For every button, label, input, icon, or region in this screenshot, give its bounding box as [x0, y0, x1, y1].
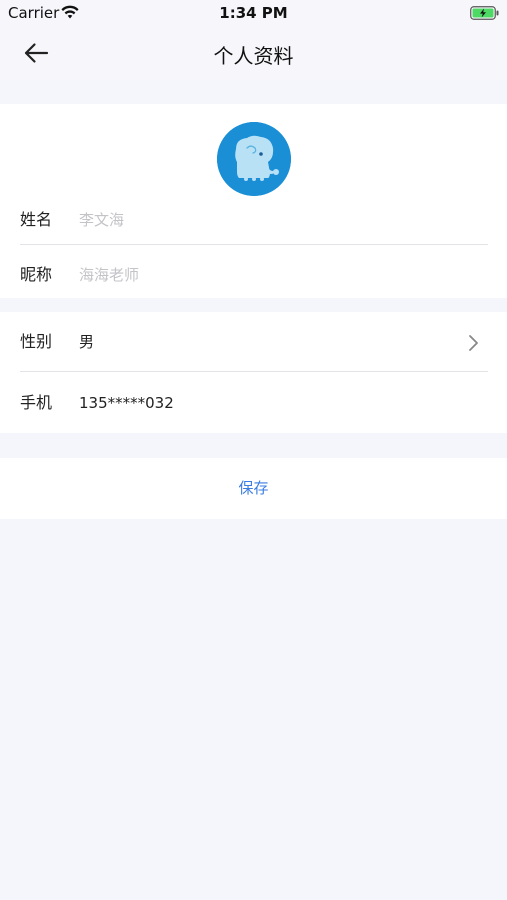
battery-charging-icon — [470, 6, 499, 20]
phone-value: 135*****032 — [79, 394, 174, 412]
page-title: 个人资料 — [213, 44, 294, 68]
name-row[interactable]: 姓名 李文海 — [0, 192, 507, 248]
avatar[interactable] — [217, 122, 291, 196]
gender-value: 男 — [79, 333, 95, 351]
nickname-label: 昵称 — [20, 265, 53, 284]
info-card: 性别 男 手机 135*****032 — [0, 312, 507, 433]
save-card: 保存 — [0, 458, 507, 519]
name-value[interactable]: 李文海 — [79, 192, 124, 248]
nickname-value[interactable]: 海海老师 — [79, 247, 139, 303]
phone-label: 手机 — [20, 393, 53, 412]
status-bar: Carrier 1:34 PM — [0, 0, 507, 28]
nav-bar: 个人资料 — [0, 28, 507, 80]
save-button[interactable]: 保存 — [0, 458, 507, 519]
nickname-row[interactable]: 昵称 海海老师 — [0, 247, 507, 303]
divider — [20, 244, 488, 245]
name-label: 姓名 — [20, 210, 53, 229]
divider — [20, 371, 488, 372]
profile-card: 姓名 李文海 昵称 海海老师 — [0, 104, 507, 298]
gender-label: 性别 — [20, 332, 53, 351]
chevron-right-icon — [469, 335, 478, 351]
phone-row: 手机 135*****032 — [0, 375, 507, 431]
elephant-avatar-icon — [217, 122, 291, 196]
gender-row[interactable]: 性别 男 — [0, 314, 507, 370]
status-time: 1:34 PM — [219, 4, 288, 22]
